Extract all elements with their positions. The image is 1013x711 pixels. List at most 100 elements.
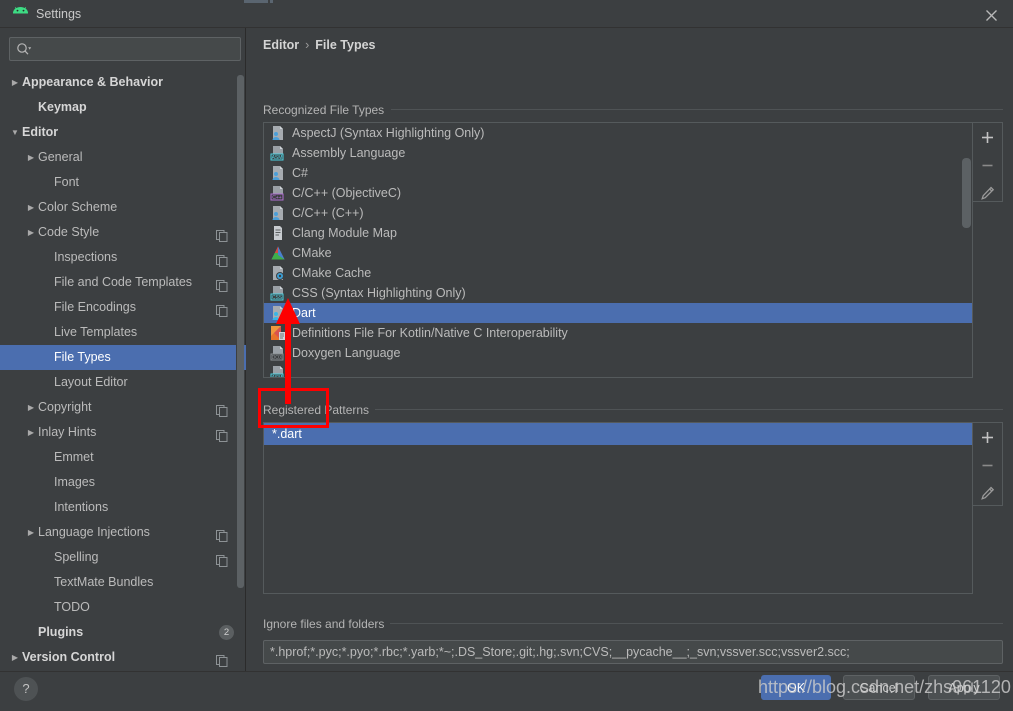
sidebar-item-general[interactable]: ▶ General	[0, 145, 246, 170]
sidebar-scrollbar-thumb[interactable]	[237, 75, 244, 588]
sidebar-item-label: Emmet	[54, 450, 94, 465]
sidebar-item-label: Editor	[22, 125, 59, 140]
sidebar-item-label: Intentions	[54, 500, 109, 515]
help-button[interactable]: ?	[14, 677, 38, 701]
sidebar-item-textmate-bundles[interactable]: ▶TextMate Bundles	[0, 570, 246, 595]
search-field-wrapper	[9, 37, 241, 61]
sidebar-item-label: Spelling	[54, 550, 99, 565]
file-type-label: Definitions File For Kotlin/Native C Int…	[292, 326, 568, 340]
remove-pattern-button[interactable]	[973, 451, 1001, 479]
chevron-right-icon[interactable]: ▶	[24, 145, 38, 170]
tree-spacer: ▶	[40, 570, 54, 595]
plugins-update-badge: 2	[219, 625, 234, 640]
chevron-right-icon[interactable]: ▶	[8, 645, 22, 670]
sidebar-item-label: Code Style	[38, 225, 100, 240]
sidebar-item-keymap[interactable]: ▶Keymap	[0, 95, 246, 120]
ignore-files-label: Ignore files and folders	[263, 617, 391, 631]
sidebar-item-live-templates[interactable]: ▶Live Templates	[0, 320, 246, 345]
close-icon[interactable]	[979, 4, 1003, 26]
dart-filetype-icon	[270, 305, 286, 321]
sidebar-item-appearance-behavior[interactable]: ▶ Appearance & Behavior	[0, 70, 246, 95]
sidebar-item-color-scheme[interactable]: ▶ Color Scheme	[0, 195, 246, 220]
sidebar-item-code-style[interactable]: ▶ Code Style	[0, 220, 246, 245]
sidebar-item-font[interactable]: ▶Font	[0, 170, 246, 195]
chevron-right-icon[interactable]: ▶	[24, 520, 38, 545]
sidebar-item-label: Keymap	[38, 100, 87, 115]
sidebar-item-label: Images	[54, 475, 95, 490]
file-type-row[interactable]: C#	[264, 163, 972, 183]
clang-module-map-icon	[270, 225, 286, 241]
file-type-row[interactable]: Clang Module Map	[264, 223, 972, 243]
sidebar-item-label: Appearance & Behavior	[22, 75, 164, 90]
file-type-row[interactable]: AspectJ (Syntax Highlighting Only)	[264, 123, 972, 143]
svg-text:C++: C++	[272, 195, 282, 201]
file-type-label: C#	[292, 166, 308, 180]
eclipse-filetype-icon: ASM	[270, 365, 286, 377]
remove-file-type-button[interactable]	[973, 151, 1001, 179]
sidebar-item-file-encodings[interactable]: ▶File Encodings	[0, 295, 246, 320]
sidebar-item-todo[interactable]: ▶TODO	[0, 595, 246, 620]
file-type-row-partial[interactable]: ASM	[264, 363, 972, 377]
patterns-toolbar	[973, 422, 1003, 506]
window-notch-secondary	[270, 0, 273, 3]
sidebar-item-file-and-code-templates[interactable]: ▶File and Code Templates	[0, 270, 246, 295]
sidebar-item-layout-editor[interactable]: ▶Layout Editor	[0, 370, 246, 395]
file-type-row[interactable]: DOX Doxygen Language	[264, 343, 972, 363]
sidebar-item-label: General	[38, 150, 83, 165]
file-type-label: CMake Cache	[292, 266, 372, 280]
copy-settings-icon[interactable]	[216, 651, 228, 671]
ignore-files-input[interactable]	[263, 640, 1003, 664]
chevron-right-icon[interactable]: ▶	[24, 220, 38, 245]
sidebar-item-inlay-hints[interactable]: ▶ Inlay Hints	[0, 420, 246, 445]
chevron-right-icon[interactable]: ▶	[8, 70, 22, 95]
recognized-file-types-list[interactable]: AspectJ (Syntax Highlighting Only) ASM Ass…	[263, 122, 973, 378]
sidebar-item-inspections[interactable]: ▶Inspections	[0, 245, 246, 270]
file-type-row[interactable]: CSS CSS (Syntax Highlighting Only)	[264, 283, 972, 303]
search-box[interactable]	[9, 37, 241, 61]
sidebar-item-editor[interactable]: ▼ Editor	[0, 120, 246, 145]
sidebar-item-version-control[interactable]: ▶ Version Control	[0, 645, 246, 670]
sidebar-item-emmet[interactable]: ▶Emmet	[0, 445, 246, 470]
tree-spacer: ▶	[40, 470, 54, 495]
file-type-row[interactable]: CMake Cache	[264, 263, 972, 283]
tree-spacer: ▶	[40, 445, 54, 470]
file-type-row[interactable]: C/C++ (C++)	[264, 203, 972, 223]
sidebar-item-label: Plugins	[38, 625, 84, 640]
file-type-label: C/C++ (ObjectiveC)	[292, 186, 402, 200]
add-file-type-button[interactable]	[973, 123, 1001, 151]
file-type-row[interactable]: ASM Assembly Language	[264, 143, 972, 163]
chevron-right-icon[interactable]: ▶	[24, 395, 38, 420]
chevron-right-icon[interactable]: ▶	[24, 420, 38, 445]
pattern-row[interactable]: *.dart	[264, 423, 972, 445]
registered-patterns-list[interactable]: *.dart	[263, 422, 973, 594]
add-pattern-button[interactable]	[973, 423, 1001, 451]
chevron-right-icon[interactable]: ▶	[24, 195, 38, 220]
tree-spacer: ▶	[40, 370, 54, 395]
sidebar-item-intentions[interactable]: ▶Intentions	[0, 495, 246, 520]
file-type-row[interactable]: Dart	[264, 303, 972, 323]
file-type-label: Clang Module Map	[292, 226, 397, 240]
edit-pencil-icon[interactable]	[973, 179, 1001, 207]
sidebar-item-spelling[interactable]: ▶Spelling	[0, 545, 246, 570]
ignore-files-divider	[383, 623, 1003, 624]
edit-pattern-pencil-icon[interactable]	[973, 479, 1001, 507]
file-type-row[interactable]: C++ C/C++ (ObjectiveC)	[264, 183, 972, 203]
sidebar-item-copyright[interactable]: ▶ Copyright	[0, 395, 246, 420]
sidebar-item-label: TextMate Bundles	[54, 575, 154, 590]
svg-text:ASM: ASM	[272, 155, 283, 161]
svg-text:CSS: CSS	[272, 295, 283, 301]
window-notch	[244, 0, 268, 3]
file-type-row[interactable]: Definitions File For Kotlin/Native C Int…	[264, 323, 972, 343]
file-types-scrollbar-thumb[interactable]	[962, 158, 971, 228]
breadcrumb-current: File Types	[315, 38, 376, 52]
breadcrumb-parent[interactable]: Editor	[263, 38, 299, 52]
sidebar-item-file-types[interactable]: ▶File Types	[0, 345, 246, 370]
file-type-row[interactable]: CMake	[264, 243, 972, 263]
chevron-down-icon[interactable]: ▼	[8, 120, 22, 145]
asm-filetype-icon: ASM	[270, 145, 286, 161]
sidebar-item-label: Inlay Hints	[38, 425, 97, 440]
sidebar-item-images[interactable]: ▶Images	[0, 470, 246, 495]
sidebar-item-plugins[interactable]: ▶Plugins 2	[0, 620, 246, 645]
sidebar-item-language-injections[interactable]: ▶ Language Injections	[0, 520, 246, 545]
search-input[interactable]	[36, 38, 236, 60]
